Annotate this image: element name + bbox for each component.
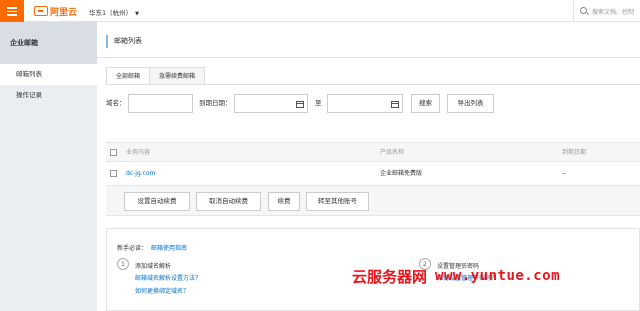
action-bar: 设置自动续费 取消自动续费 续费 转至其他账号: [106, 186, 640, 216]
divider: [97, 57, 640, 58]
watermark-url: www.yuntue.com: [435, 268, 561, 284]
guide-link[interactable]: 邮箱使用指南: [151, 243, 187, 252]
step-title: 添加域名解析: [135, 263, 172, 270]
step-number: 1: [117, 258, 129, 270]
sidebar: 企业邮箱 邮箱列表 操作记录: [0, 22, 97, 311]
to-label: 至: [315, 99, 322, 107]
expiry-date-label: 到期日期：: [199, 99, 232, 107]
column-header-content: 业务内容: [126, 149, 151, 156]
menu-icon[interactable]: [0, 0, 24, 22]
region-label: 华东1（杭州）: [89, 9, 133, 17]
renew-button[interactable]: 续费: [268, 192, 300, 211]
watermark: 云服务器网 www.yuntue.com: [352, 264, 560, 288]
guide-link[interactable]: 邮箱域名解析设置方法？: [135, 273, 201, 282]
enable-auto-renew-button[interactable]: 设置自动续费: [124, 192, 190, 211]
calendar-icon[interactable]: [296, 101, 304, 108]
row-checkbox[interactable]: [110, 170, 117, 177]
tab-bar: 全部邮箱 急需续费邮箱: [106, 67, 206, 85]
divider: [106, 84, 640, 85]
export-list-button[interactable]: 导出列表: [447, 94, 494, 113]
guide-link[interactable]: 如何更换绑定域名？: [135, 286, 189, 295]
domain-link[interactable]: dc-jg.com: [126, 164, 155, 184]
column-header-expiry: 到期日期: [562, 149, 587, 156]
aliyun-logo[interactable]: 阿里云: [34, 5, 78, 18]
caret-down-icon: ▼: [135, 11, 139, 17]
sidebar-item-operation-log[interactable]: 操作记录: [0, 85, 97, 106]
product-name: 企业邮箱免费版: [380, 170, 423, 177]
date-from-input[interactable]: [234, 94, 308, 113]
table-header: 业务内容 产品名称 到期日期: [106, 142, 640, 162]
tab-all-mailboxes[interactable]: 全部邮箱: [106, 67, 151, 85]
date-to-input[interactable]: [327, 94, 403, 113]
table-row: dc-jg.com 企业邮箱免费版 --: [106, 162, 640, 186]
logo-text: 阿里云: [50, 7, 78, 18]
expiry-date: --: [562, 170, 567, 177]
page-title: 邮箱列表: [106, 35, 142, 48]
search-placeholder: 搜索文档、控制: [592, 9, 635, 16]
guide-title: 新手必读：: [117, 245, 148, 252]
column-header-product: 产品名称: [380, 149, 405, 156]
sidebar-title: 企业邮箱: [0, 22, 97, 64]
disable-auto-renew-button[interactable]: 取消自动续费: [196, 192, 261, 211]
search-icon: [580, 7, 587, 14]
logo-mark-icon: [34, 6, 48, 16]
sidebar-item-mailbox-list[interactable]: 邮箱列表: [0, 64, 97, 85]
tab-renewal-needed[interactable]: 急需续费邮箱: [149, 67, 206, 85]
calendar-icon[interactable]: [391, 101, 399, 108]
select-all-checkbox[interactable]: [110, 149, 117, 156]
search-button[interactable]: 搜索: [411, 94, 440, 113]
top-bar: 阿里云 华东1（杭州） ▼ 搜索文档、控制: [0, 0, 640, 22]
search-box[interactable]: 搜索文档、控制: [573, 0, 640, 22]
domain-label: 域名：: [106, 99, 126, 107]
watermark-text: 云服务器网: [352, 267, 428, 286]
domain-input[interactable]: [128, 94, 193, 113]
region-selector[interactable]: 华东1（杭州） ▼: [89, 7, 139, 17]
transfer-account-button[interactable]: 转至其他账号: [306, 192, 369, 211]
